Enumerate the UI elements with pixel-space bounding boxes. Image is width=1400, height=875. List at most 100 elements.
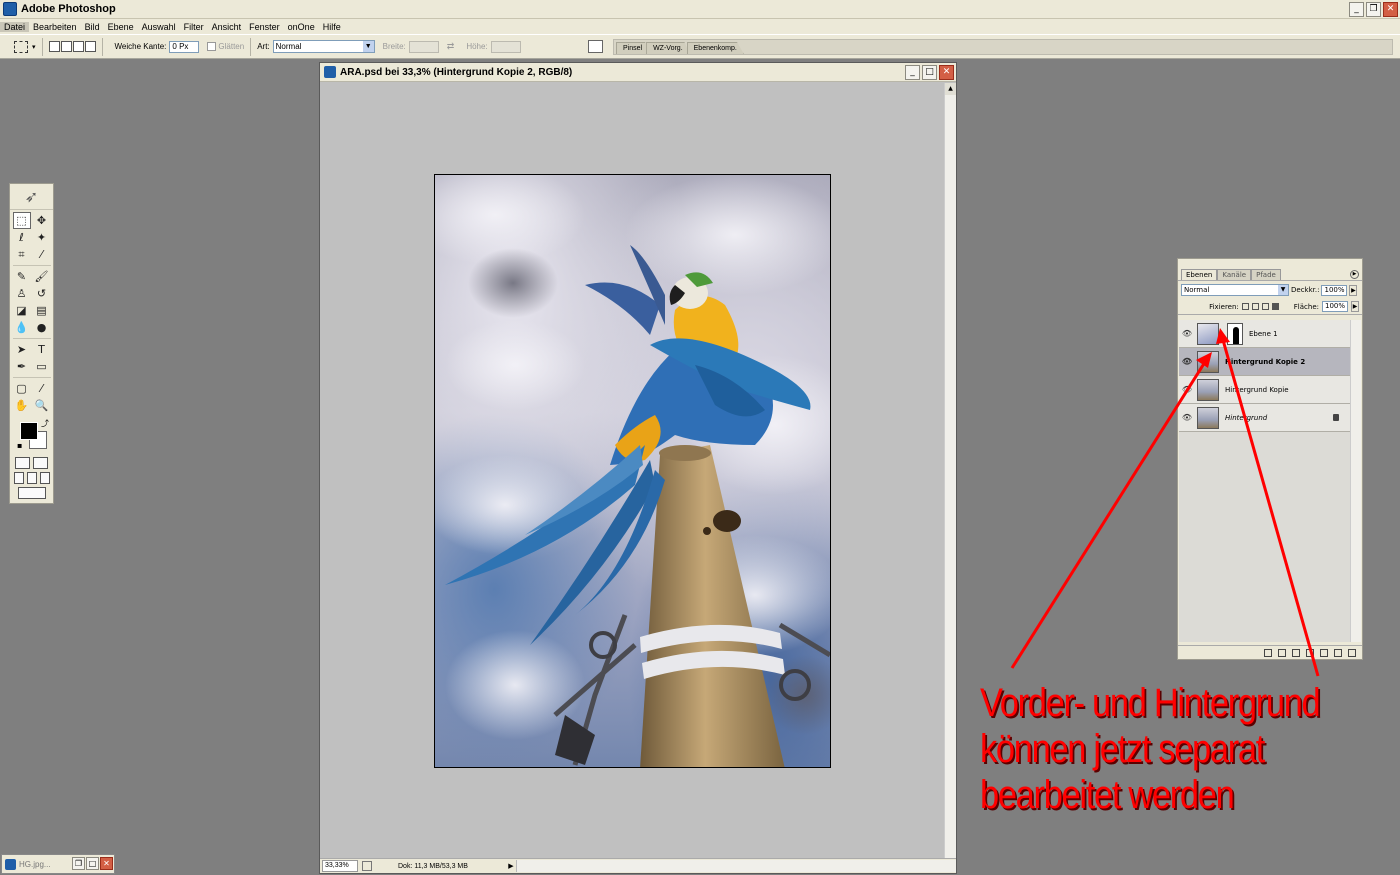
eye-icon[interactable]: 👁 — [1179, 357, 1195, 366]
doc-close-button[interactable]: ✕ — [939, 65, 954, 80]
doc-minimize-button[interactable]: _ — [905, 65, 920, 80]
status-preview-icon[interactable] — [362, 861, 372, 871]
panel-menu-icon[interactable]: ▶ — [1350, 270, 1359, 279]
layer-row[interactable]: 👁 Ebene 1 — [1179, 320, 1351, 348]
layer-style-icon[interactable] — [1278, 648, 1286, 657]
default-colors-icon[interactable]: ▪ — [17, 441, 22, 450]
marquee-tool-preset-icon[interactable] — [14, 40, 28, 53]
height-input[interactable] — [490, 40, 521, 53]
layer-row[interactable]: 👁 Hintergrund Kopie — [1179, 376, 1351, 404]
blur-tool-icon[interactable]: 💧 — [13, 319, 31, 336]
swap-colors-icon[interactable]: ⤴ — [41, 418, 49, 429]
blend-mode-select[interactable]: Normal ▼ — [1181, 284, 1289, 296]
lock-transparency-icon[interactable] — [1241, 303, 1249, 310]
brush-tool-icon[interactable]: 🖌 — [33, 268, 51, 285]
subtract-selection-icon[interactable] — [72, 41, 84, 52]
eyedropper-tool-icon[interactable]: ⁄ — [33, 380, 51, 397]
menu-fenster[interactable]: Fenster — [245, 22, 284, 32]
move-tool-icon[interactable]: ✥ — [33, 212, 51, 229]
opacity-input[interactable]: 100% — [1321, 284, 1348, 296]
fill-slider-arrow-icon[interactable]: ▶ — [1351, 301, 1359, 312]
menu-bearbeiten[interactable]: Bearbeiten — [29, 22, 81, 32]
hand-tool-icon[interactable]: ✋ — [13, 397, 31, 414]
status-menu-arrow-icon[interactable]: ▶ — [506, 862, 516, 870]
lock-position-icon[interactable] — [1261, 303, 1269, 310]
add-selection-icon[interactable] — [60, 41, 72, 52]
standard-mode-icon[interactable] — [15, 457, 30, 469]
lasso-tool-icon[interactable]: ℓ — [13, 229, 31, 246]
slice-tool-icon[interactable]: ⁄ — [33, 246, 51, 263]
menu-bild[interactable]: Bild — [81, 22, 104, 32]
intersect-selection-icon[interactable] — [84, 41, 96, 52]
magic-wand-tool-icon[interactable]: ✦ — [33, 229, 51, 246]
smooth-checkbox[interactable] — [207, 42, 217, 51]
new-selection-icon[interactable] — [48, 41, 60, 52]
healing-brush-tool-icon[interactable]: ✎ — [13, 268, 31, 285]
opacity-slider-arrow-icon[interactable]: ▶ — [1349, 284, 1358, 296]
feather-input[interactable]: 0 Px — [169, 40, 200, 53]
scroll-up-icon[interactable]: ▲ — [945, 83, 956, 95]
min-restore-button[interactable]: ❐ — [72, 857, 85, 870]
standard-screen-mode-icon[interactable] — [13, 472, 24, 484]
eye-icon[interactable]: 👁 — [1179, 413, 1195, 422]
crop-tool-icon[interactable]: ⌗ — [13, 246, 31, 263]
new-layer-icon[interactable] — [1334, 648, 1342, 657]
restore-button[interactable]: ❐ — [1366, 2, 1381, 17]
min-close-button[interactable]: ✕ — [100, 857, 113, 870]
jump-to-imageready-icon[interactable] — [17, 487, 46, 499]
menu-onone[interactable]: onOne — [284, 22, 319, 32]
layers-scrollbar[interactable] — [1350, 320, 1361, 642]
adjustment-layer-icon[interactable] — [1306, 648, 1314, 657]
menu-datei[interactable]: Datei — [0, 21, 30, 32]
menu-hilfe[interactable]: Hilfe — [319, 22, 345, 32]
rect-marquee-tool-icon[interactable]: ⬚ — [12, 212, 31, 229]
feather-logo-icon[interactable]: ➶ — [10, 184, 53, 210]
width-input[interactable] — [408, 40, 439, 53]
menu-ebene[interactable]: Ebene — [104, 22, 138, 32]
zoom-tool-icon[interactable]: 🔍 — [33, 397, 51, 414]
history-brush-tool-icon[interactable]: ↺ — [33, 285, 51, 302]
lock-all-icon[interactable] — [1271, 303, 1279, 310]
notes-tool-icon[interactable]: ▢ — [13, 380, 31, 397]
swap-arrows-icon[interactable]: ⇄ — [447, 41, 455, 52]
new-group-icon[interactable] — [1320, 648, 1328, 657]
tab-layers[interactable]: Ebenen — [1181, 269, 1218, 280]
gradient-tool-icon[interactable]: ▤ — [33, 302, 51, 319]
tab-channels[interactable]: Kanäle — [1217, 269, 1252, 280]
canvas-image[interactable] — [434, 174, 831, 768]
clone-stamp-tool-icon[interactable]: ♙ — [13, 285, 31, 302]
menu-filter[interactable]: Filter — [180, 22, 208, 32]
layer-mask-thumbnail[interactable] — [1227, 322, 1243, 345]
close-button[interactable]: ✕ — [1383, 2, 1398, 17]
minimize-button[interactable]: _ — [1349, 2, 1364, 17]
palette-tab-brushes[interactable]: Pinsel — [616, 42, 650, 54]
style-select[interactable]: Normal ▼ — [272, 40, 375, 53]
zoom-field[interactable]: 33,33% — [322, 860, 358, 872]
type-tool-icon[interactable]: T — [33, 341, 51, 358]
chevron-down-icon[interactable]: ▾ — [32, 43, 36, 51]
fill-input[interactable]: 100% — [1322, 301, 1348, 312]
tab-paths[interactable]: Pfade — [1251, 269, 1281, 280]
doc-maximize-button[interactable]: □ — [922, 65, 937, 80]
path-selection-tool-icon[interactable]: ➤ — [13, 341, 31, 358]
foreground-color-swatch[interactable] — [20, 422, 38, 440]
eraser-tool-icon[interactable]: ◪ — [13, 302, 31, 319]
horizontal-scrollbar[interactable] — [516, 860, 956, 872]
file-browser-icon[interactable] — [588, 40, 603, 53]
shape-tool-icon[interactable]: ▭ — [33, 358, 51, 375]
quick-mask-mode-icon[interactable] — [33, 457, 48, 469]
palette-tab-tool-presets[interactable]: WZ-Vorg. — [646, 42, 690, 54]
link-layers-icon[interactable] — [1264, 648, 1272, 657]
vertical-scrollbar[interactable]: ▲ — [944, 83, 956, 858]
minimized-document-window[interactable]: HG.jpg... ❐ □ ✕ — [1, 854, 115, 874]
trash-icon[interactable] — [1348, 648, 1356, 657]
lock-pixels-icon[interactable] — [1251, 303, 1259, 310]
layer-row[interactable]: 👁 Hintergrund — [1179, 404, 1351, 432]
menu-ansicht[interactable]: Ansicht — [208, 22, 246, 32]
add-mask-icon[interactable] — [1292, 648, 1300, 657]
layer-row[interactable]: 👁 Hintergrund Kopie 2 — [1179, 348, 1351, 376]
eye-icon[interactable]: 👁 — [1179, 329, 1195, 338]
full-screen-menu-mode-icon[interactable] — [26, 472, 37, 484]
min-maximize-button[interactable]: □ — [86, 857, 99, 870]
dodge-tool-icon[interactable]: ● — [33, 319, 51, 336]
